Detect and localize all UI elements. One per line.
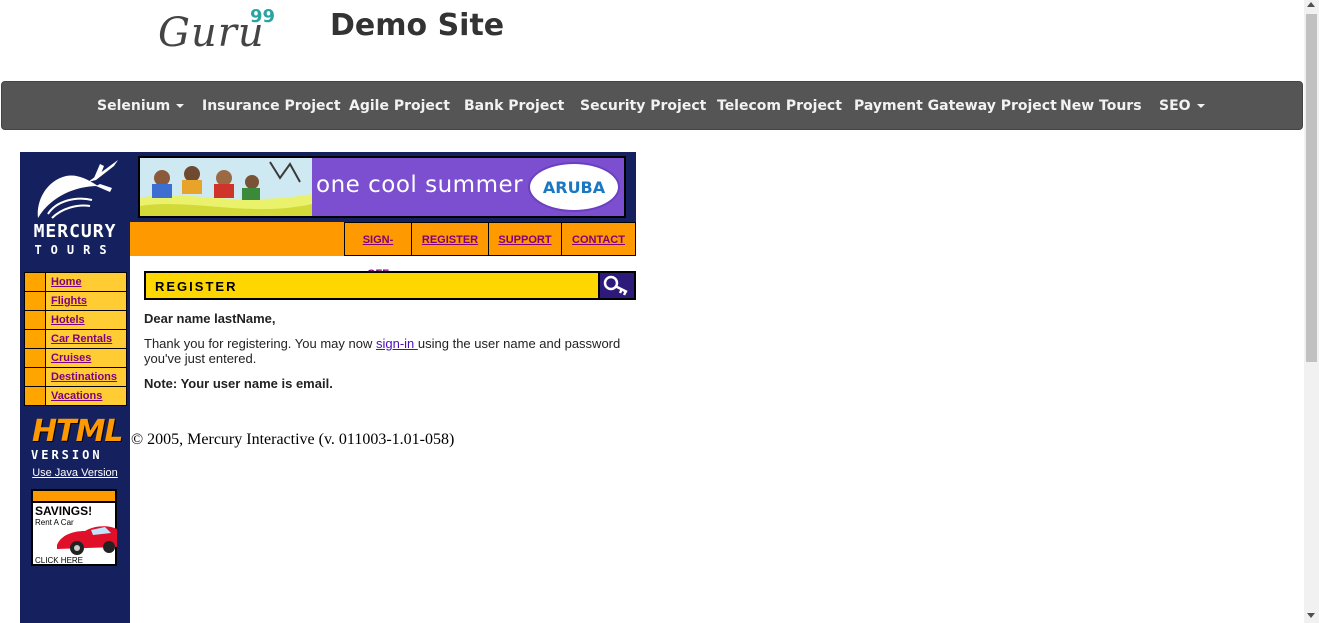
sidebar-link-flights[interactable]: Flights — [46, 292, 126, 310]
rent-a-car-ad[interactable]: SAVINGS! Rent A Car CLICK HERE — [31, 489, 117, 566]
ad-cta: CLICK HERE — [35, 556, 84, 565]
ad-title: SAVINGS! — [35, 504, 93, 518]
html-version-small: VERSION — [31, 448, 103, 462]
menu-bullet — [25, 387, 45, 405]
greeting: Dear name lastName, — [144, 311, 276, 326]
brand-mercury: MERCURY — [33, 221, 117, 242]
mercury-sidebar: MERCURY TOURS Home Flights Hotels Car Re… — [20, 152, 130, 623]
sidebar-menu: Home Flights Hotels Car Rentals Cruises … — [24, 272, 127, 406]
html-version-big: HTML — [32, 414, 124, 449]
sidebar-link-cruises[interactable]: Cruises — [46, 349, 126, 367]
menu-bullet — [25, 311, 45, 329]
guru99-logo[interactable]: Guru 99 — [158, 4, 288, 64]
scroll-thumb[interactable] — [1306, 14, 1317, 362]
scroll-down-arrow-icon[interactable] — [1307, 613, 1315, 618]
top-nav-support[interactable]: SUPPORT — [489, 222, 562, 256]
nav-agile-project[interactable]: Agile Project — [349, 82, 450, 131]
sidebar-link-destinations[interactable]: Destinations — [46, 368, 126, 386]
menu-bullet — [25, 368, 45, 386]
registration-message: Thank you for registering. You may now s… — [144, 336, 634, 366]
logo-text: Guru — [158, 10, 265, 56]
menu-bullet — [25, 273, 45, 291]
rafting-photo — [140, 158, 312, 216]
sidebar-item-destinations: Destinations — [25, 368, 126, 386]
aruba-logo: ARUBA — [528, 162, 620, 212]
top-nav-contact[interactable]: CONTACT — [562, 222, 636, 256]
sidebar-link-hotels[interactable]: Hotels — [46, 311, 126, 329]
menu-bullet — [25, 330, 45, 348]
use-java-version-link[interactable]: Use Java Version — [20, 467, 130, 479]
nav-label: Selenium — [97, 98, 171, 114]
nav-seo[interactable]: SEO — [1159, 82, 1205, 131]
nav-security-project[interactable]: Security Project — [580, 82, 706, 131]
sidebar-item-vacations: Vacations — [25, 387, 126, 405]
nav-payment-gateway-project[interactable]: Payment Gateway Project — [854, 82, 1057, 131]
message-before: Thank you for registering. You may now — [144, 336, 376, 351]
caret-down-icon — [1196, 104, 1205, 108]
menu-bullet — [25, 349, 45, 367]
banner-tagline: one cool summer — [316, 172, 524, 198]
brand-tours: TOURS — [34, 243, 116, 257]
username-note: Note: Your user name is email. — [144, 376, 333, 391]
nav-selenium[interactable]: Selenium — [97, 82, 185, 131]
nav-insurance-project[interactable]: Insurance Project — [202, 82, 341, 131]
top-nav-sign-off[interactable]: SIGN-OFF — [345, 222, 412, 280]
register-title: REGISTER — [155, 279, 238, 294]
nav-label: SEO — [1159, 98, 1191, 114]
sidebar-link-vacations[interactable]: Vacations — [46, 387, 126, 405]
scroll-up-arrow-icon[interactable] — [1307, 2, 1315, 7]
ad-header-strip — [33, 491, 115, 503]
top-nav-register[interactable]: REGISTER — [412, 222, 489, 256]
logo-superscript: 99 — [250, 6, 276, 27]
sign-in-link[interactable]: sign-in — [376, 336, 418, 351]
key-icon-box — [598, 273, 634, 298]
site-title: Demo Site — [330, 8, 505, 43]
sidebar-item-hotels: Hotels — [25, 311, 126, 329]
sidebar-item-car-rentals: Car Rentals — [25, 330, 126, 348]
copyright-footer: © 2005, Mercury Interactive (v. 011003-1… — [131, 431, 455, 448]
sidebar-link-car-rentals[interactable]: Car Rentals — [46, 330, 126, 348]
register-header: REGISTER — [144, 271, 636, 300]
sidebar-item-cruises: Cruises — [25, 349, 126, 367]
sidebar-item-flights: Flights — [25, 292, 126, 310]
caret-down-icon — [176, 104, 185, 108]
main-navbar: Selenium Insurance Project Agile Project… — [1, 81, 1303, 130]
nav-new-tours[interactable]: New Tours — [1060, 82, 1142, 131]
vertical-scrollbar[interactable] — [1304, 0, 1319, 623]
top-nav: SIGN-OFF REGISTER SUPPORT CONTACT — [344, 222, 636, 280]
key-icon — [603, 275, 628, 296]
html-version-badge: HTML VERSION — [28, 414, 124, 464]
nav-bank-project[interactable]: Bank Project — [464, 82, 564, 131]
sidebar-link-home[interactable]: Home — [46, 273, 126, 291]
menu-bullet — [25, 292, 45, 310]
sidebar-item-home: Home — [25, 273, 126, 291]
aruba-brand: ARUBA — [542, 178, 606, 197]
aruba-banner[interactable]: one cool summer ARUBA — [138, 156, 626, 218]
nav-telecom-project[interactable]: Telecom Project — [717, 82, 842, 131]
red-car-icon — [57, 526, 117, 555]
